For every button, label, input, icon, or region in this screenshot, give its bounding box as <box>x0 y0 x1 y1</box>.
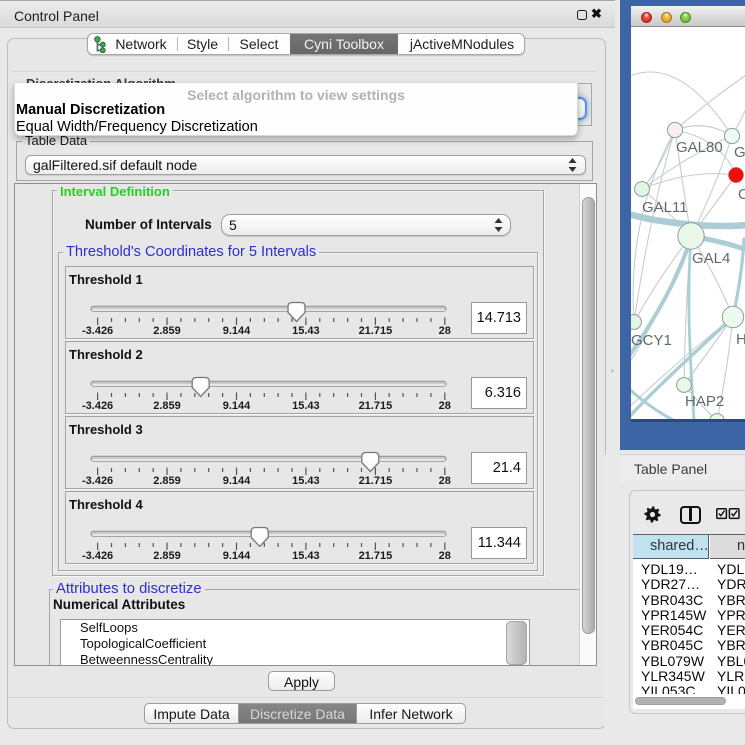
svg-text:9.144: 9.144 <box>223 475 251 487</box>
svg-text:28: 28 <box>439 400 451 412</box>
svg-text:21.715: 21.715 <box>359 325 393 337</box>
svg-text:H: H <box>736 331 745 348</box>
svg-text:-3.426: -3.426 <box>82 325 113 337</box>
svg-text:15.43: 15.43 <box>292 550 320 562</box>
svg-text:2.859: 2.859 <box>153 475 181 487</box>
svg-text:HAP2: HAP2 <box>685 393 724 410</box>
svg-text:9.144: 9.144 <box>223 550 251 562</box>
svg-text:21.715: 21.715 <box>359 475 393 487</box>
svg-text:21.715: 21.715 <box>359 400 393 412</box>
svg-text:28: 28 <box>439 475 451 487</box>
svg-text:2.859: 2.859 <box>153 400 181 412</box>
svg-text:9.144: 9.144 <box>223 400 251 412</box>
svg-text:15.43: 15.43 <box>292 400 320 412</box>
svg-text:-3.426: -3.426 <box>82 550 113 562</box>
svg-text:21.715: 21.715 <box>359 550 393 562</box>
svg-text:9.144: 9.144 <box>223 325 251 337</box>
svg-text:-3.426: -3.426 <box>82 400 113 412</box>
svg-text:GA: GA <box>734 144 745 161</box>
svg-text:28: 28 <box>439 325 451 337</box>
svg-text:-3.426: -3.426 <box>82 475 113 487</box>
svg-text:C: C <box>738 186 745 203</box>
svg-text:2.859: 2.859 <box>153 325 181 337</box>
svg-text:2.859: 2.859 <box>153 550 181 562</box>
svg-text:GCY1: GCY1 <box>631 332 672 349</box>
svg-text:15.43: 15.43 <box>292 325 320 337</box>
svg-text:28: 28 <box>439 550 451 562</box>
svg-text:15.43: 15.43 <box>292 475 320 487</box>
svg-text:GAL11: GAL11 <box>642 199 688 216</box>
svg-text:GAL4: GAL4 <box>692 250 730 267</box>
svg-text:GAL80: GAL80 <box>676 139 723 156</box>
